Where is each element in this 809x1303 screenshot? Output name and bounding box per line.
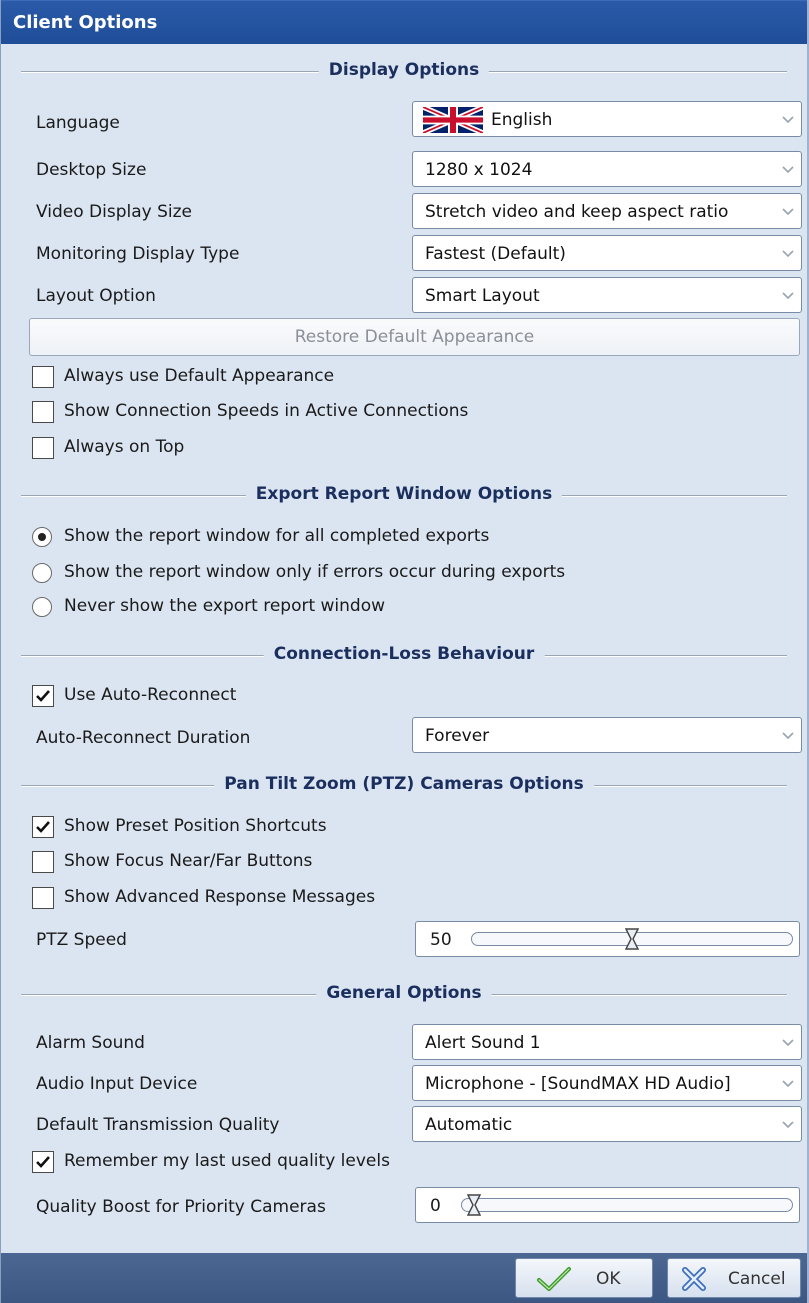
ptz-speed-slider[interactable]: 50 [415,921,800,957]
ptz-options-heading: Pan Tilt Zoom (PTZ) Cameras Options [214,774,594,794]
language-value: English [491,110,553,130]
show-preset-shortcuts-label: Show Preset Position Shortcuts [64,816,327,836]
export-options-header: Export Report Window Options [21,481,787,511]
export-radio-all-label: Show the report window for all completed… [64,526,490,546]
show-connection-speeds-checkbox[interactable] [32,401,54,423]
connection-loss-heading: Connection-Loss Behaviour [263,644,545,664]
export-radio-never-label: Never show the export report window [64,596,386,616]
show-connection-speeds-label: Show Connection Speeds in Active Connect… [64,401,469,421]
remember-quality-checkbox[interactable] [32,1151,54,1173]
export-radio-errors-label: Show the report window only if errors oc… [64,562,566,582]
chevron-down-icon[interactable] [781,1035,795,1049]
client-options-window: Client Options Display Options Language … [0,0,809,1303]
slider-thumb-icon[interactable] [467,1194,481,1216]
layout-option-value: Smart Layout [425,286,540,306]
video-display-size-select[interactable]: Stretch video and keep aspect ratio [412,193,802,229]
monitoring-display-type-value: Fastest (Default) [425,244,566,264]
ptz-speed-value: 50 [430,930,452,950]
chevron-down-icon[interactable] [781,204,795,218]
restore-default-appearance-button[interactable]: Restore Default Appearance [29,318,800,356]
export-radio-errors[interactable] [32,563,52,583]
audio-input-device-value: Microphone - [SoundMAX HD Audio] [425,1074,731,1094]
auto-reconnect-duration-select[interactable]: Forever [412,717,802,753]
export-radio-all[interactable] [32,527,52,547]
chevron-down-icon[interactable] [781,162,795,176]
slider-thumb-icon[interactable] [625,928,639,950]
language-label: Language [36,113,120,133]
quality-boost-track[interactable] [461,1198,793,1212]
ptz-speed-label: PTZ Speed [36,930,127,950]
quality-boost-label: Quality Boost for Priority Cameras [36,1197,326,1217]
desktop-size-select[interactable]: 1280 x 1024 [412,151,802,187]
cancel-button[interactable]: Cancel [667,1258,801,1298]
default-transmission-quality-select[interactable]: Automatic [412,1106,802,1142]
chevron-down-icon[interactable] [781,288,795,302]
monitoring-display-type-label: Monitoring Display Type [36,244,240,264]
always-on-top-label: Always on Top [64,437,185,457]
checkmark-icon [36,1156,50,1168]
alarm-sound-value: Alert Sound 1 [425,1033,541,1053]
auto-reconnect-checkbox[interactable] [32,685,54,707]
always-on-top-checkbox[interactable] [32,437,54,459]
display-options-heading: Display Options [318,60,490,80]
show-advanced-messages-label: Show Advanced Response Messages [64,887,376,907]
export-radio-never[interactable] [32,597,52,617]
chevron-down-icon[interactable] [781,728,795,742]
export-options-heading: Export Report Window Options [245,484,563,504]
auto-reconnect-duration-label: Auto-Reconnect Duration [36,728,251,748]
desktop-size-label: Desktop Size [36,160,147,180]
chevron-down-icon[interactable] [781,1076,795,1090]
general-options-heading: General Options [316,983,492,1003]
checkmark-icon [36,821,50,833]
audio-input-device-select[interactable]: Microphone - [SoundMAX HD Audio] [412,1065,802,1101]
default-transmission-quality-value: Automatic [425,1115,513,1135]
auto-reconnect-label: Use Auto-Reconnect [64,685,237,705]
layout-option-select[interactable]: Smart Layout [412,277,802,313]
show-focus-buttons-label: Show Focus Near/Far Buttons [64,851,313,871]
quality-boost-value: 0 [430,1196,441,1216]
alarm-sound-label: Alarm Sound [36,1033,145,1053]
layout-option-label: Layout Option [36,286,156,306]
video-display-size-value: Stretch video and keep aspect ratio [425,202,729,222]
checkmark-icon [36,690,50,702]
video-display-size-label: Video Display Size [36,202,192,222]
show-focus-buttons-checkbox[interactable] [32,851,54,873]
ptz-options-header: Pan Tilt Zoom (PTZ) Cameras Options [21,771,787,801]
monitoring-display-type-select[interactable]: Fastest (Default) [412,235,802,271]
title-bar: Client Options [1,0,807,44]
general-options-header: General Options [21,980,787,1010]
desktop-size-value: 1280 x 1024 [425,160,533,180]
uk-flag-icon [423,107,483,133]
window-title: Client Options [13,12,158,33]
connection-loss-header: Connection-Loss Behaviour [21,641,787,671]
show-preset-shortcuts-checkbox[interactable] [32,816,54,838]
ok-button[interactable]: OK [515,1258,653,1298]
always-default-appearance-checkbox[interactable] [32,366,54,388]
default-transmission-quality-label: Default Transmission Quality [36,1115,280,1135]
cancel-button-label: Cancel [728,1269,786,1289]
audio-input-device-label: Audio Input Device [36,1074,198,1094]
language-select[interactable]: English [412,101,802,137]
auto-reconnect-duration-value: Forever [425,726,490,746]
ok-button-label: OK [596,1269,621,1289]
remember-quality-label: Remember my last used quality levels [64,1151,390,1171]
chevron-down-icon[interactable] [781,246,795,260]
checkmark-icon [537,1267,571,1291]
display-options-header: Display Options [21,57,787,87]
quality-boost-slider[interactable]: 0 [415,1187,800,1223]
alarm-sound-select[interactable]: Alert Sound 1 [412,1024,802,1060]
chevron-down-icon[interactable] [781,112,795,126]
show-advanced-messages-checkbox[interactable] [32,887,54,909]
chevron-down-icon[interactable] [781,1117,795,1131]
close-x-icon [682,1267,706,1291]
always-default-appearance-label: Always use Default Appearance [64,366,335,386]
